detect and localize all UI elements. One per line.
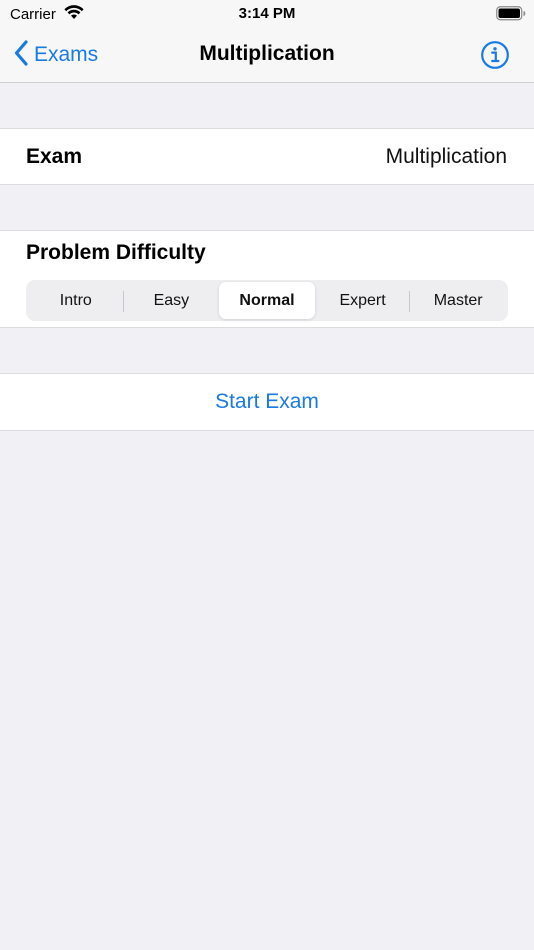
navigation-bar: Exams Multiplication bbox=[0, 28, 534, 83]
info-button[interactable] bbox=[480, 40, 510, 70]
battery-icon bbox=[496, 6, 526, 26]
segment-label: Normal bbox=[239, 291, 295, 309]
segment-normal[interactable]: Normal bbox=[219, 282, 315, 319]
difficulty-title: Problem Difficulty bbox=[26, 241, 206, 264]
segment-intro[interactable]: Intro bbox=[28, 282, 124, 319]
status-time: 3:14 PM bbox=[238, 5, 296, 22]
segment-label: Master bbox=[433, 291, 483, 309]
start-exam-label: Start Exam bbox=[215, 390, 319, 413]
segment-label: Expert bbox=[339, 291, 386, 309]
segment-easy[interactable]: Easy bbox=[124, 282, 220, 319]
exam-value: Multiplication bbox=[385, 145, 507, 168]
start-exam-button[interactable]: Start Exam bbox=[0, 373, 534, 431]
info-icon bbox=[480, 41, 510, 74]
segment-master[interactable]: Master bbox=[410, 282, 506, 319]
status-bar: Carrier 3:14 PM bbox=[0, 0, 534, 28]
segment-label: Intro bbox=[59, 291, 92, 309]
difficulty-section: Problem Difficulty Intro Easy Normal Exp… bbox=[0, 230, 534, 328]
segment-label: Easy bbox=[153, 291, 190, 309]
exam-label: Exam bbox=[26, 145, 83, 168]
page-title: Multiplication bbox=[199, 42, 335, 65]
difficulty-segmented-control: Intro Easy Normal Expert Master bbox=[26, 280, 508, 321]
segment-expert[interactable]: Expert bbox=[315, 282, 411, 319]
exam-row: Exam Multiplication bbox=[0, 128, 534, 185]
